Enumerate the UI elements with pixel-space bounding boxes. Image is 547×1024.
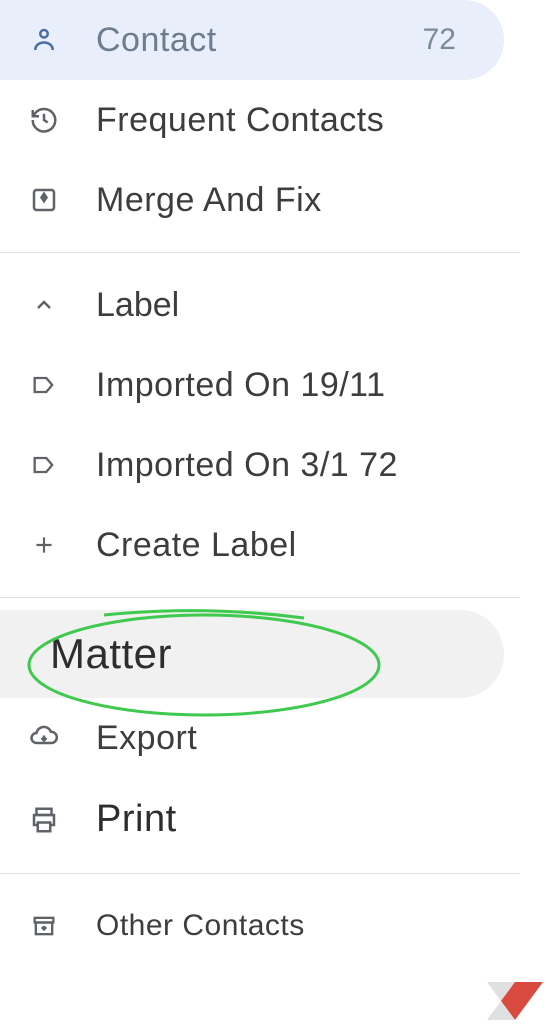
print-icon bbox=[24, 800, 64, 840]
label-text-2: Imported On 3/1 72 bbox=[96, 446, 496, 485]
plus-icon bbox=[24, 525, 64, 565]
sidebar-label-item-2[interactable]: Imported On 3/1 72 bbox=[0, 425, 520, 505]
other-label: Other Contacts bbox=[96, 909, 496, 943]
merge-label: Merge And Fix bbox=[96, 181, 496, 220]
label-icon bbox=[24, 445, 64, 485]
merge-icon bbox=[24, 180, 64, 220]
sidebar-create-label[interactable]: Create Label bbox=[0, 505, 520, 585]
contacts-sidebar: Contact 72 Frequent Contacts Merge And F… bbox=[0, 0, 520, 966]
sidebar-item-export[interactable]: Export bbox=[0, 698, 520, 778]
export-label: Export bbox=[96, 719, 496, 758]
labels-title: Label bbox=[96, 286, 179, 325]
chevron-up-icon bbox=[24, 285, 64, 325]
person-icon bbox=[24, 20, 64, 60]
sidebar-item-import[interactable]: Matter bbox=[0, 610, 504, 698]
sidebar-label-item-1[interactable]: Imported On 19/11 bbox=[0, 345, 520, 425]
clock-icon bbox=[24, 100, 64, 140]
label-text-1: Imported On 19/11 bbox=[96, 366, 496, 405]
sidebar-item-frequent[interactable]: Frequent Contacts bbox=[0, 80, 520, 160]
sidebar-item-merge[interactable]: Merge And Fix bbox=[0, 160, 520, 240]
divider bbox=[0, 597, 520, 598]
sidebar-item-other[interactable]: Other Contacts bbox=[0, 886, 520, 966]
contact-label: Contact bbox=[96, 21, 423, 60]
site-logo-badge bbox=[487, 982, 543, 1020]
archive-icon bbox=[24, 906, 64, 946]
sidebar-item-contacts[interactable]: Contact 72 bbox=[0, 0, 504, 80]
divider bbox=[0, 873, 520, 874]
frequent-label: Frequent Contacts bbox=[96, 101, 496, 140]
contact-count: 72 bbox=[423, 23, 456, 57]
cloud-download-icon bbox=[24, 718, 64, 758]
label-icon bbox=[24, 365, 64, 405]
sidebar-item-print[interactable]: Print bbox=[0, 778, 520, 861]
labels-section-header[interactable]: Label bbox=[0, 265, 520, 345]
print-label: Print bbox=[96, 798, 496, 841]
create-label-text: Create Label bbox=[96, 526, 496, 565]
divider bbox=[0, 252, 520, 253]
import-label: Matter bbox=[50, 630, 480, 678]
